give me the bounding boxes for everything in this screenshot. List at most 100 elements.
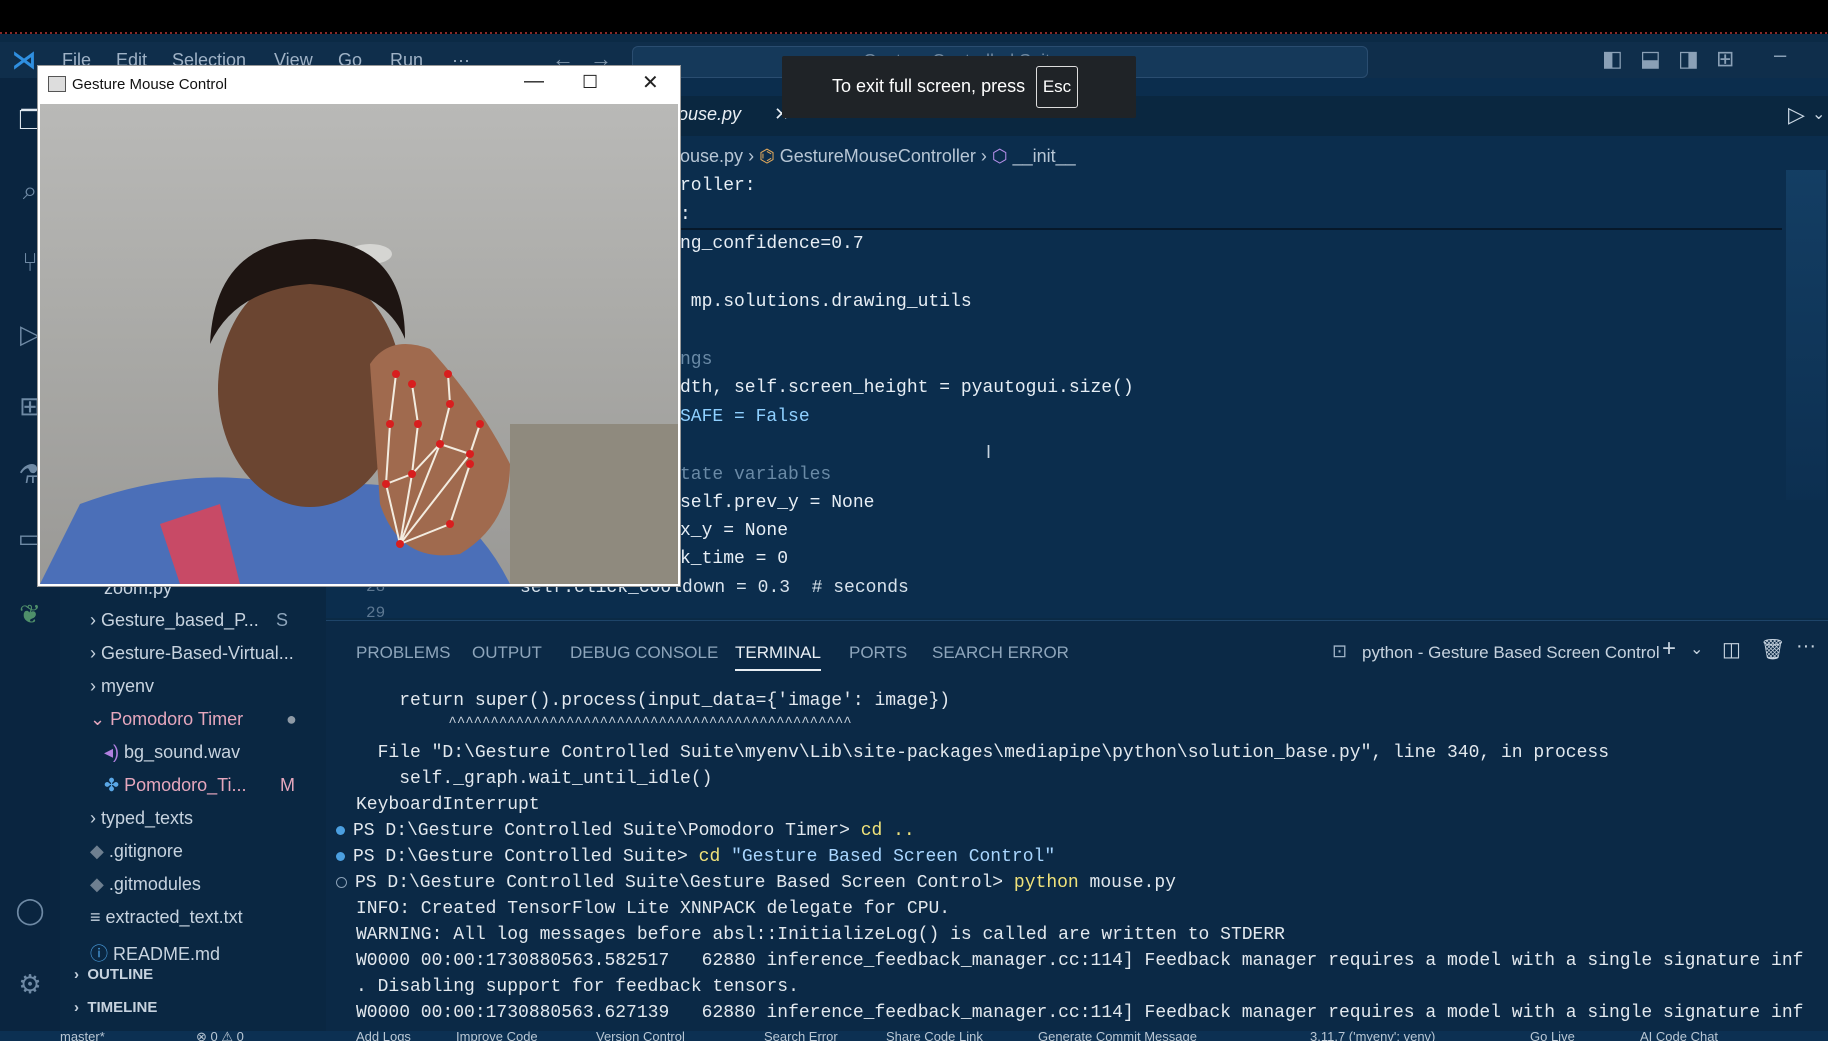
chevron-down-icon[interactable]: ⌄ [1690, 639, 1703, 659]
terminal-output: . Disabling support for feedback tensors… [356, 977, 799, 997]
problems-count[interactable]: ⊗ 0 ⚠ 0 [196, 1031, 244, 1041]
chevron-down-icon[interactable]: ⌄ [1812, 104, 1825, 124]
esc-key-hint: Esc [1036, 66, 1078, 108]
camera-window-title: Gesture Mouse Control [72, 76, 228, 93]
webcam-feed [40, 104, 678, 584]
tree-item-label: Gesture-Based-Virtual... [101, 643, 294, 663]
status-ai-code-chat[interactable]: AI Code Chat [1640, 1031, 1718, 1041]
toast-message: To exit full screen, press [832, 76, 1026, 96]
prompt-argument: mouse.py [1078, 873, 1176, 893]
tree-folder-typed-texts[interactable]: › typed_texts [90, 808, 193, 829]
tree-item-label: myenv [101, 676, 155, 696]
layout-sidebar-icon[interactable]: ◧ [1602, 46, 1623, 72]
code-line: mp.solutions.drawing_utils [680, 292, 972, 312]
tab-problems[interactable]: PROBLEMS [356, 643, 450, 663]
command-success-dot[interactable] [336, 825, 345, 835]
layout-secondary-icon[interactable]: ◨ [1678, 46, 1699, 72]
git-file-icon: ◆ [90, 841, 109, 861]
vscode-logo-icon: ⋊ [12, 47, 36, 74]
tree-item-gitmodules[interactable]: ◆ .gitmodules [90, 874, 201, 895]
tree-folder-pomodoro-timer[interactable]: ⌄ Pomodoro Timer ● [90, 709, 297, 730]
tab-mouse-py[interactable]: ouse.py ✕ [678, 104, 789, 125]
minimize-button[interactable]: — [524, 70, 544, 93]
tree-item-gitignore[interactable]: ◆ .gitignore [90, 841, 183, 862]
code-line: self.prev_y = None [680, 493, 875, 513]
tree-item-label: .gitmodules [108, 874, 201, 894]
timeline-section[interactable]: › TIMELINE [74, 999, 157, 1016]
hand [370, 344, 510, 556]
terminal-prompt: PS D:\Gesture Controlled Suite\Pomodoro … [336, 821, 915, 841]
outline-section[interactable]: › OUTLINE [74, 966, 153, 983]
explorer-sidebar: zoom.py › Gesture_based_P... S › Gesture-… [60, 578, 326, 1031]
command-running-dot[interactable] [336, 876, 347, 888]
status-search-error[interactable]: Search Error [764, 1031, 838, 1041]
git-branch[interactable]: master* [60, 1031, 105, 1041]
breadcrumb: ouse.py › ⌬ GestureMouseController › ⬡ _… [680, 146, 1076, 166]
terminal-prompt: PS D:\Gesture Controlled Suite\Gesture B… [336, 873, 1176, 893]
breadcrumb-class[interactable]: GestureMouseController [780, 146, 976, 166]
more-actions-icon[interactable]: ··· [1796, 635, 1816, 658]
tree-item-readme[interactable]: ⓘ README.md [90, 940, 220, 966]
prompt-command: python [1013, 873, 1079, 893]
breadcrumb-file[interactable]: ouse.py [680, 146, 743, 166]
tab-terminal[interactable]: TERMINAL [735, 643, 821, 671]
trash-icon[interactable]: 🗑 [1760, 637, 1785, 662]
tree-item-extracted-text[interactable]: ≡ extracted_text.txt [90, 907, 243, 928]
gesture-camera-window[interactable]: Gesture Mouse Control — ☐ ✕ [38, 66, 680, 586]
minimap[interactable] [1786, 170, 1826, 500]
settings-gear-icon[interactable]: ⚙ [14, 968, 46, 1000]
outline-label: OUTLINE [87, 966, 154, 983]
git-file-icon: ◆ [90, 874, 109, 894]
tree-item-bg-sound[interactable]: ◂) bg_sound.wav [104, 742, 240, 763]
tree-item-pomodoro-py[interactable]: ✤ Pomodoro_Ti... M [104, 775, 295, 796]
terminal-output: W0000 00:00:1730880563.627139 62880 infe… [356, 1003, 1804, 1023]
timeline-label: TIMELINE [87, 999, 158, 1016]
tab-ports[interactable]: PORTS [849, 643, 907, 663]
command-success-dot[interactable] [336, 851, 345, 861]
tree-item-label: README.md [113, 944, 221, 964]
prompt-path: PS D:\Gesture Controlled Suite\Gesture B… [355, 873, 1014, 893]
leaf-extension-icon[interactable]: ❦ [14, 598, 46, 630]
terminal-name[interactable]: python - Gesture Based Screen Control [1362, 643, 1660, 663]
terminal-output: INFO: Created TensorFlow Lite XNNPACK de… [356, 899, 951, 919]
status-improve-code[interactable]: Improve Code [456, 1031, 538, 1041]
close-button[interactable]: ✕ [642, 70, 659, 95]
chevron-down-icon: ⌄ [90, 709, 111, 729]
maximize-button[interactable]: ☐ [582, 72, 598, 93]
info-icon: ⓘ [90, 944, 114, 964]
breadcrumb-method[interactable]: __init__ [1013, 146, 1076, 166]
run-icon[interactable]: ▷ [1788, 102, 1805, 128]
account-icon[interactable]: ◯ [14, 894, 46, 926]
class-icon: ⌬ [759, 146, 780, 166]
code-comment: tate variables [680, 465, 832, 485]
status-python-interpreter[interactable]: 3.11.7 ('myenv': venv) [1310, 1031, 1435, 1041]
minimize-icon[interactable]: – [1774, 42, 1786, 68]
tree-folder-gesture-based-p[interactable]: › Gesture_based_P... S [90, 610, 288, 631]
tree-folder-gesture-based-virtual[interactable]: › Gesture-Based-Virtual... [90, 643, 294, 664]
webcam-scene [40, 239, 678, 584]
audio-file-icon: ◂) [104, 742, 125, 762]
customize-layout-icon[interactable]: ⊞ [1716, 46, 1734, 72]
status-add-logs[interactable]: Add Logs [356, 1031, 411, 1041]
layout-panel-icon[interactable]: ⬓ [1640, 46, 1661, 72]
chevron-right-icon: › [90, 610, 101, 630]
status-bar: master* ⊗ 0 ⚠ 0 Add Logs Improve Code Ve… [0, 1031, 1828, 1041]
git-badge: M [280, 775, 295, 795]
new-terminal-icon[interactable]: + [1662, 635, 1676, 663]
terminal-output: WARNING: All log messages before absl::I… [356, 925, 1285, 945]
status-share-code-link[interactable]: Share Code Link [886, 1031, 983, 1041]
split-terminal-icon[interactable]: ◫ [1722, 637, 1741, 662]
status-version-control[interactable]: Version Control [596, 1031, 685, 1041]
tree-item-label: Pomodoro_Ti... [124, 775, 247, 795]
recording-border [0, 32, 1828, 34]
tab-output[interactable]: OUTPUT [472, 643, 542, 663]
terminal-line: ^^^^^^^^^^^^^^^^^^^^^^^^^^^^^^^^^^^^^^^^… [356, 715, 852, 731]
tree-item-label: extracted_text.txt [105, 907, 243, 927]
tree-folder-myenv[interactable]: › myenv [90, 676, 154, 697]
tab-search-error[interactable]: SEARCH ERROR [932, 643, 1069, 663]
status-go-live[interactable]: Go Live [1530, 1031, 1575, 1041]
terminal-line: File "D:\Gesture Controlled Suite\myenv\… [356, 743, 1610, 763]
tab-debug-console[interactable]: DEBUG CONSOLE [570, 643, 718, 663]
status-generate-commit[interactable]: Generate Commit Message [1038, 1031, 1197, 1041]
tree-item-label: bg_sound.wav [124, 742, 241, 762]
